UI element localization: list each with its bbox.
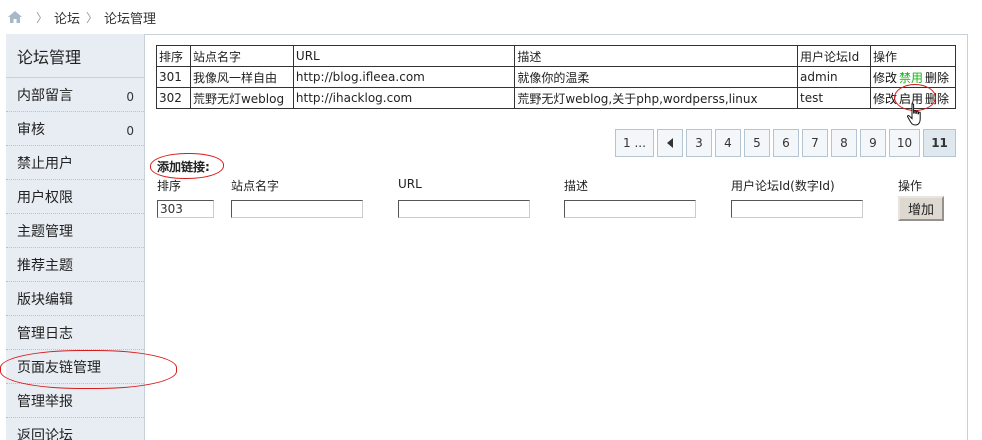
page-4[interactable]: 4 [714, 129, 741, 157]
label-site-name: 站点名字 [231, 179, 280, 193]
edit-link[interactable]: 修改 [873, 92, 897, 106]
column-header: 站点名字 [189, 45, 294, 67]
cell-site-name: 荒野无灯weblog [189, 87, 294, 109]
sidebar-item-label: 审核 [17, 121, 45, 138]
page-first[interactable]: 1 ... [615, 129, 654, 157]
sidebar-item-admin-log[interactable]: 管理日志 [6, 316, 144, 350]
table-header-row: 排序 站点名字 URL 描述 用户论坛Id 操作 [156, 45, 957, 67]
sidebar-item-internal-messages[interactable]: 内部留言 0 [6, 78, 144, 112]
disable-link[interactable]: 禁用 [899, 71, 923, 85]
cell-order: 302 [156, 87, 191, 109]
sidebar-item-label: 主题管理 [17, 223, 73, 240]
column-header: 描述 [514, 45, 799, 67]
cell-url: http://blog.ifleea.com [292, 66, 516, 88]
sidebar-item-label: 管理日志 [17, 325, 73, 342]
user-id-input[interactable] [731, 200, 863, 218]
label-description: 描述 [564, 179, 589, 193]
sidebar-item-label: 内部留言 [17, 87, 73, 104]
url-input[interactable] [398, 200, 530, 218]
site-name-input[interactable] [231, 200, 363, 218]
sidebar-item-label: 版块编辑 [17, 291, 73, 308]
sidebar: 论坛管理 内部留言 0 审核 0 禁止用户 用户权限 主题管理 推荐主题 版块编… [6, 34, 145, 440]
sidebar-item-ban-users[interactable]: 禁止用户 [6, 146, 144, 180]
cell-description: 就像你的温柔 [514, 66, 799, 88]
sidebar-item-back-to-forum[interactable]: 返回论坛 [6, 418, 144, 440]
breadcrumb-forum-admin[interactable]: 论坛管理 [104, 8, 156, 27]
page-6[interactable]: 6 [772, 129, 799, 157]
sidebar-item-label: 页面友链管理 [17, 359, 101, 376]
page-9[interactable]: 9 [859, 129, 886, 157]
home-icon[interactable] [8, 11, 22, 23]
sidebar-item-reports[interactable]: 管理举报 [6, 384, 144, 418]
breadcrumb-separator: 〉 [86, 10, 99, 25]
label-user-id: 用户论坛Id(数字Id) [731, 179, 835, 193]
sidebar-item-label: 推荐主题 [17, 257, 73, 274]
sidebar-item-label: 管理举报 [17, 393, 73, 410]
label-operation: 操作 [898, 179, 923, 193]
page-3[interactable]: 3 [685, 129, 712, 157]
column-header: 排序 [156, 45, 191, 67]
prev-arrow-icon [666, 138, 673, 148]
sidebar-item-label: 返回论坛 [17, 427, 73, 440]
sidebar-title: 论坛管理 [6, 34, 144, 78]
friend-links-table: 排序 站点名字 URL 描述 用户论坛Id 操作 301 我像风一样自由 htt… [156, 45, 957, 109]
page-5[interactable]: 5 [743, 129, 770, 157]
sidebar-item-topic-management[interactable]: 主题管理 [6, 214, 144, 248]
add-button[interactable]: 增加 [898, 196, 944, 221]
delete-link[interactable]: 删除 [925, 92, 949, 106]
cell-actions: 修改 禁用 删除 [869, 66, 957, 88]
sidebar-item-review[interactable]: 审核 0 [6, 112, 144, 146]
cell-user-id: admin [797, 66, 871, 88]
edit-link[interactable]: 修改 [873, 71, 897, 85]
page-10[interactable]: 10 [888, 129, 921, 157]
sidebar-item-friend-links[interactable]: 页面友链管理 [6, 350, 144, 384]
page-prev[interactable] [656, 129, 683, 157]
pagination: 1 ... 3 4 5 6 7 8 9 10 11 [615, 129, 959, 157]
cell-description: 荒野无灯weblog,关于php,wordperss,linux [514, 87, 799, 109]
label-url: URL [398, 177, 422, 191]
delete-link[interactable]: 删除 [925, 71, 949, 85]
cell-url: http://ihacklog.com [292, 87, 516, 109]
sidebar-item-count: 0 [126, 90, 134, 104]
cell-order: 301 [156, 66, 191, 88]
page-8[interactable]: 8 [830, 129, 857, 157]
breadcrumb-forum[interactable]: 论坛 [54, 8, 80, 27]
column-header: 用户论坛Id [797, 45, 871, 67]
column-header: 操作 [869, 45, 957, 67]
sidebar-item-label: 用户权限 [17, 189, 73, 206]
table-row: 301 我像风一样自由 http://blog.ifleea.com 就像你的温… [156, 66, 957, 88]
description-input[interactable] [564, 200, 696, 218]
page-7[interactable]: 7 [801, 129, 828, 157]
sidebar-item-count: 0 [126, 124, 134, 138]
sidebar-item-user-permissions[interactable]: 用户权限 [6, 180, 144, 214]
breadcrumb-separator: 〉 [36, 10, 49, 25]
sidebar-item-recommended-topics[interactable]: 推荐主题 [6, 248, 144, 282]
cell-user-id: test [797, 87, 871, 109]
hand-cursor-icon [906, 103, 926, 130]
label-order: 排序 [157, 179, 182, 193]
add-link-title: 添加链接: [157, 160, 210, 174]
page-current: 11 [923, 129, 956, 157]
sidebar-item-board-edit[interactable]: 版块编辑 [6, 282, 144, 316]
sidebar-item-label: 禁止用户 [17, 155, 73, 172]
breadcrumb: 〉 论坛 〉 论坛管理 [0, 0, 982, 34]
cell-site-name: 我像风一样自由 [189, 66, 294, 88]
column-header: URL [292, 45, 516, 67]
table-row: 302 荒野无灯weblog http://ihacklog.com 荒野无灯w… [156, 87, 957, 109]
order-input[interactable] [157, 200, 214, 218]
